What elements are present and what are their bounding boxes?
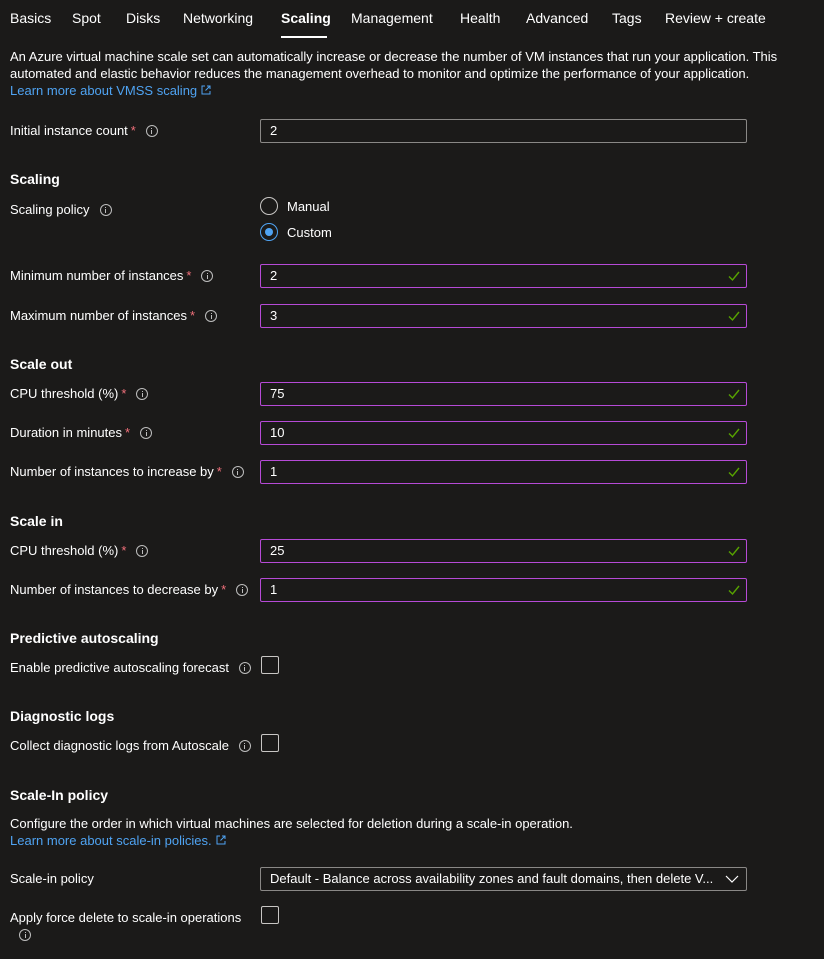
predictive-label: Enable predictive autoscaling forecast [10, 660, 251, 675]
increase-by-label: Number of instances to increase by * [10, 464, 244, 479]
diagnostic-checkbox[interactable] [261, 734, 279, 752]
scaling-heading: Scaling [10, 171, 60, 187]
info-icon[interactable] [99, 203, 112, 216]
info-icon[interactable] [238, 661, 251, 674]
scaling-policy-custom-radio[interactable]: Custom [260, 223, 332, 241]
tab-management[interactable]: Management [351, 10, 433, 26]
diagnostic-label: Collect diagnostic logs from Autoscale [10, 738, 251, 753]
checkmark-icon [728, 585, 740, 596]
scale-in-policy-dropdown[interactable]: Default - Balance across availability zo… [260, 867, 747, 891]
info-icon[interactable] [231, 465, 244, 478]
force-delete-row: Apply force delete to scale-in operation… [10, 906, 750, 946]
scale-in-policy-heading: Scale-In policy [10, 787, 109, 803]
decrease-by-row: Number of instances to decrease by * 1 [10, 578, 750, 602]
maximum-instances-input[interactable]: 3 [260, 304, 747, 328]
initial-instance-count-label: Initial instance count * [10, 123, 158, 138]
predictive-checkbox[interactable] [261, 656, 279, 674]
predictive-row: Enable predictive autoscaling forecast [10, 656, 750, 680]
chevron-down-icon [725, 875, 739, 883]
scale-out-cpu-input[interactable]: 75 [260, 382, 747, 406]
active-tab-indicator [281, 36, 327, 38]
tab-health[interactable]: Health [460, 10, 500, 26]
scale-out-cpu-row: CPU threshold (%) * 75 [10, 382, 750, 406]
scaling-policy-row: Scaling policy [10, 198, 750, 222]
duration-row: Duration in minutes * 10 [10, 421, 750, 445]
scale-out-heading: Scale out [10, 356, 73, 372]
tab-disks[interactable]: Disks [126, 10, 160, 26]
external-link-icon [216, 835, 226, 845]
predictive-autoscaling-heading: Predictive autoscaling [10, 630, 159, 646]
tab-advanced[interactable]: Advanced [526, 10, 588, 26]
info-icon[interactable] [136, 387, 149, 400]
scale-in-policies-link[interactable]: Learn more about scale-in policies. [10, 833, 226, 848]
tab-networking[interactable]: Networking [183, 10, 253, 26]
minimum-instances-label: Minimum number of instances * [10, 268, 214, 283]
info-icon[interactable] [238, 739, 251, 752]
scale-in-cpu-label: CPU threshold (%) * [10, 543, 149, 558]
vmss-scaling-link[interactable]: Learn more about VMSS scaling [10, 83, 211, 98]
tab-spot[interactable]: Spot [72, 10, 101, 26]
info-icon[interactable] [140, 426, 153, 439]
scale-in-policy-row: Scale-in policy Default - Balance across… [10, 867, 750, 891]
intro-description: An Azure virtual machine scale set can a… [10, 48, 780, 99]
info-icon[interactable] [19, 929, 31, 941]
minimum-instances-input[interactable]: 2 [260, 264, 747, 288]
info-icon[interactable] [145, 124, 158, 137]
increase-by-input[interactable]: 1 [260, 460, 747, 484]
scaling-policy-manual-radio[interactable]: Manual [260, 197, 330, 215]
checkmark-icon [728, 428, 740, 439]
intro-text: An Azure virtual machine scale set can a… [10, 49, 778, 81]
force-delete-checkbox[interactable] [261, 906, 279, 924]
initial-instance-count-input[interactable]: 2 [260, 119, 747, 143]
scale-in-heading: Scale in [10, 513, 63, 529]
minimum-instances-row: Minimum number of instances * 2 [10, 264, 750, 288]
decrease-by-input[interactable]: 1 [260, 578, 747, 602]
decrease-by-label: Number of instances to decrease by * [10, 582, 249, 597]
info-icon[interactable] [201, 269, 214, 282]
scale-in-cpu-row: CPU threshold (%) * 25 [10, 539, 750, 563]
checkmark-icon [728, 467, 740, 478]
tab-bar: Basics Spot Disks Networking Scaling Man… [0, 0, 824, 40]
scale-out-cpu-label: CPU threshold (%) * [10, 386, 149, 401]
radio-circle-icon [260, 197, 278, 215]
force-delete-label: Apply force delete to scale-in operation… [10, 910, 242, 925]
checkmark-icon [728, 311, 740, 322]
external-link-icon [201, 85, 211, 95]
checkmark-icon [728, 389, 740, 400]
duration-label: Duration in minutes * [10, 425, 153, 440]
maximum-instances-row: Maximum number of instances * 3 [10, 304, 750, 328]
radio-selected-icon [260, 223, 278, 241]
tab-review-create[interactable]: Review + create [665, 10, 766, 26]
scale-in-cpu-input[interactable]: 25 [260, 539, 747, 563]
diagnostic-row: Collect diagnostic logs from Autoscale [10, 734, 750, 758]
tab-scaling[interactable]: Scaling [281, 10, 331, 26]
increase-by-row: Number of instances to increase by * 1 [10, 460, 750, 484]
tab-tags[interactable]: Tags [612, 10, 642, 26]
duration-input[interactable]: 10 [260, 421, 747, 445]
checkmark-icon [728, 546, 740, 557]
scaling-policy-label: Scaling policy [10, 202, 112, 217]
scale-in-policy-label: Scale-in policy [10, 871, 94, 886]
info-icon[interactable] [136, 544, 149, 557]
initial-instance-count-row: Initial instance count * 2 [10, 119, 750, 143]
info-icon[interactable] [205, 309, 218, 322]
diagnostic-logs-heading: Diagnostic logs [10, 708, 115, 724]
checkmark-icon [728, 271, 740, 282]
info-icon[interactable] [236, 583, 249, 596]
tab-basics[interactable]: Basics [10, 10, 51, 26]
scale-in-policy-description: Configure the order in which virtual mac… [10, 816, 573, 848]
maximum-instances-label: Maximum number of instances * [10, 308, 218, 323]
